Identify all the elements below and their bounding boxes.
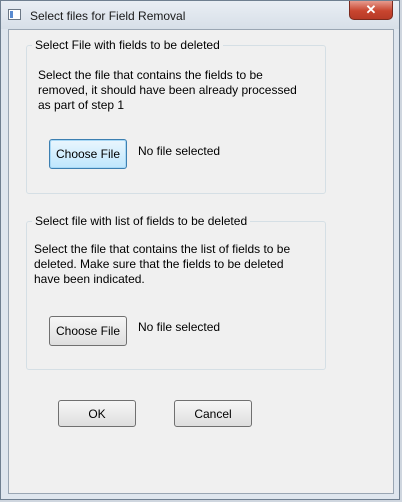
field-list-group-title: Select file with list of fields to be de… <box>32 214 251 228</box>
field-list-description: Select the file that contains the list o… <box>34 242 291 286</box>
ok-button[interactable]: OK <box>58 400 136 427</box>
close-button[interactable]: ✕ <box>349 1 393 20</box>
window-title: Select files for Field Removal <box>30 9 186 23</box>
fields-file-group-title: Select File with fields to be deleted <box>32 38 223 52</box>
choose-fields-file-button[interactable]: Choose File <box>49 139 127 169</box>
fields-file-group: Select File with fields to be deleted Se… <box>26 38 326 194</box>
window-app-icon <box>8 9 21 20</box>
choose-field-list-button[interactable]: Choose File <box>49 316 127 346</box>
fields-file-description: Select the file that contains the fields… <box>38 68 297 112</box>
fields-file-status: No file selected <box>138 144 221 158</box>
title-bar[interactable]: Select files for Field Removal ✕ <box>1 1 399 29</box>
dialog-client-area: Select File with fields to be deleted Se… <box>8 29 394 494</box>
field-list-status: No file selected <box>138 320 221 334</box>
cancel-button[interactable]: Cancel <box>174 400 252 427</box>
dialog-window: Select files for Field Removal ✕ Select … <box>0 0 400 500</box>
field-list-group: Select file with list of fields to be de… <box>26 214 326 370</box>
